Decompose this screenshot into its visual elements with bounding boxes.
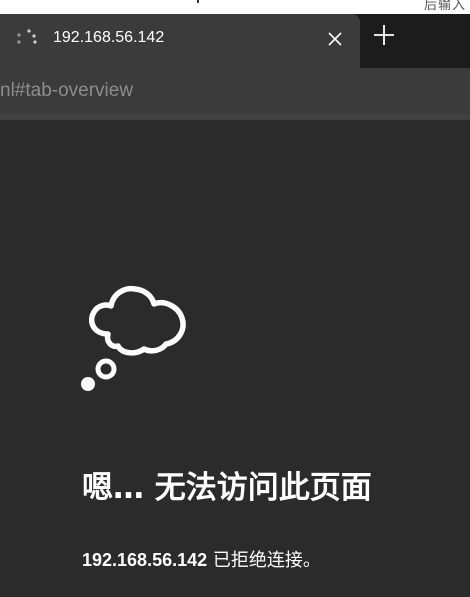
close-icon[interactable] [322,26,348,52]
browser-window: 后输入 192.168.56.142 nl#tab-overview 嗯… 无法… [0,0,470,597]
error-detail: 已拒绝连接。 [207,550,321,571]
error-message: 192.168.56.142 已拒绝连接。 [82,548,321,573]
tab-strip: 后输入 192.168.56.142 [0,0,470,68]
loading-spinner-icon [13,26,39,52]
tab-active[interactable]: 192.168.56.142 [0,14,360,68]
tab-title: 192.168.56.142 [53,29,165,46]
error-title: 嗯… 无法访问此页面 [82,470,372,506]
thought-bubble-icon [78,282,194,394]
background-window-mark [197,0,199,3]
plus-icon [373,24,395,50]
new-tab-button[interactable] [368,20,400,54]
error-page: 嗯… 无法访问此页面 192.168.56.142 已拒绝连接。 [0,120,470,597]
address-bar[interactable]: nl#tab-overview [0,68,470,114]
url-text[interactable]: nl#tab-overview [0,80,133,102]
background-window-strip: 后输入 [0,0,470,14]
error-host: 192.168.56.142 [82,550,208,570]
background-window-text: 后输入 [423,0,466,13]
